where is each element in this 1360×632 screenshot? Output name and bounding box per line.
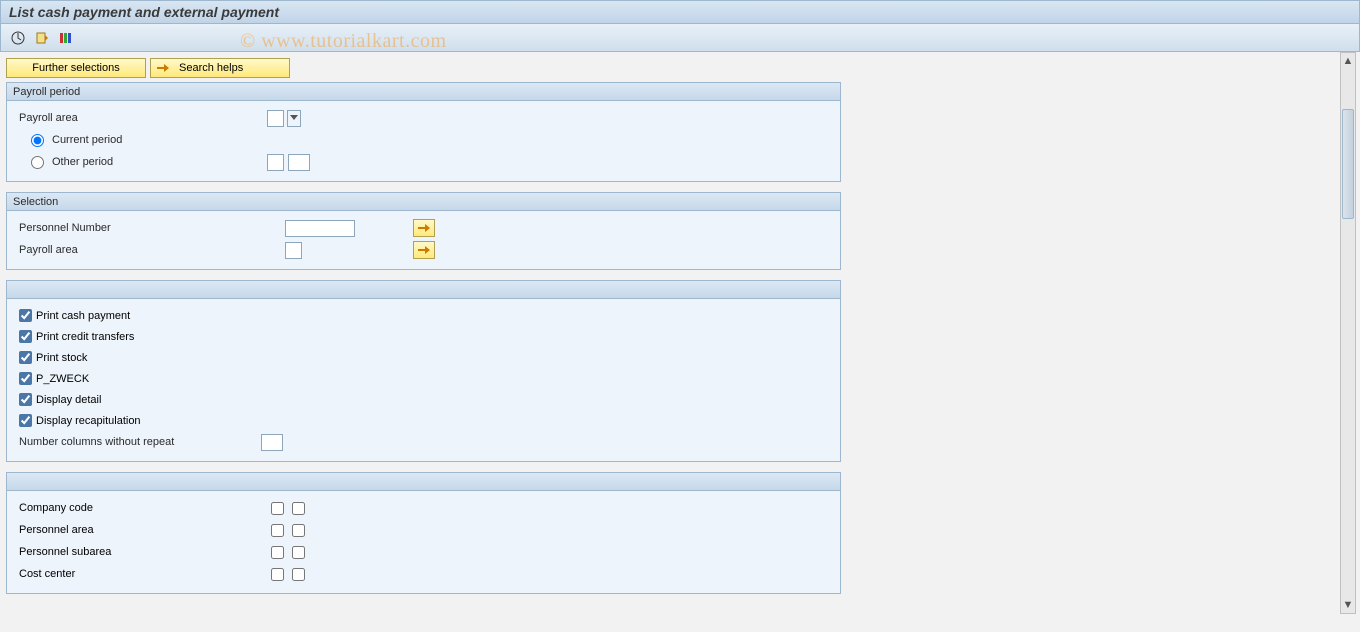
page-title: List cash payment and external payment [9,4,279,20]
selection-payroll-area-multi-button[interactable] [413,241,435,259]
print-stock-label: Print stock [36,352,87,364]
current-period-radio[interactable] [31,134,44,147]
display-detail-label: Display detail [36,394,101,406]
personnel-subarea-label: Personnel subarea [19,546,267,558]
search-helps-label: Search helps [179,62,243,74]
payroll-period-title: Payroll period [7,83,840,101]
personnel-number-input[interactable] [285,220,355,237]
company-code-label: Company code [19,502,267,514]
payroll-area-label: Payroll area [19,112,239,124]
search-helps-arrow-icon [157,63,169,73]
print-stock-checkbox[interactable] [19,351,32,364]
current-period-radio-row[interactable]: Current period [19,134,239,147]
p-zweck-checkbox[interactable] [19,372,32,385]
scroll-down-icon[interactable]: ▼ [1341,597,1355,613]
number-columns-label: Number columns without repeat [19,436,257,448]
sort-title [7,473,840,491]
title-bar: List cash payment and external payment [0,0,1360,24]
further-selections-button[interactable]: Further selections [6,58,146,78]
display-recap-label: Display recapitulation [36,415,141,427]
top-button-row: Further selections Search helps [6,58,1354,78]
execute-icon[interactable] [9,29,27,47]
payroll-period-group: Payroll period Payroll area Current peri… [6,82,841,182]
print-cash-payment-label: Print cash payment [36,310,130,322]
sort-group: Company code Personnel area Personnel su… [6,472,841,594]
selection-group: Selection Personnel Number Payroll area [6,192,841,270]
cost-center-c2[interactable] [292,568,305,581]
scroll-thumb[interactable] [1342,109,1354,219]
scroll-up-icon[interactable]: ▲ [1341,53,1355,69]
personnel-area-c2[interactable] [292,524,305,537]
other-period-radio[interactable] [31,156,44,169]
other-period-radio-row[interactable]: Other period [19,156,239,169]
selection-payroll-area-input[interactable] [285,242,302,259]
cost-center-label: Cost center [19,568,267,580]
company-code-c1[interactable] [271,502,284,515]
personnel-number-multi-button[interactable] [413,219,435,237]
get-variant-icon[interactable] [33,29,51,47]
payroll-area-input[interactable] [267,110,284,127]
personnel-subarea-c2[interactable] [292,546,305,559]
print-credit-transfers-checkbox[interactable] [19,330,32,343]
scroll-track[interactable] [1341,69,1355,597]
options-group: Print cash payment Print credit transfer… [6,280,841,462]
content-area: Further selections Search helps Payroll … [0,52,1360,632]
company-code-c2[interactable] [292,502,305,515]
vertical-scrollbar[interactable]: ▲ ▼ [1340,52,1356,614]
personnel-number-label: Personnel Number [19,222,239,234]
p-zweck-label: P_ZWECK [36,373,89,385]
print-cash-payment-checkbox[interactable] [19,309,32,322]
selection-title: Selection [7,193,840,211]
personnel-area-label: Personnel area [19,524,267,536]
further-selections-label: Further selections [32,62,119,74]
options-title [7,281,840,299]
number-columns-input[interactable] [261,434,283,451]
other-period-label: Other period [52,156,113,168]
search-helps-button[interactable]: Search helps [150,58,290,78]
print-credit-transfers-label: Print credit transfers [36,331,134,343]
display-recap-checkbox[interactable] [19,414,32,427]
other-period-from-input[interactable] [267,154,284,171]
app-toolbar [0,24,1360,52]
other-period-to-input[interactable] [288,154,310,171]
layout-columns-icon[interactable] [57,29,75,47]
selection-payroll-area-label: Payroll area [19,244,239,256]
dropdown-icon[interactable] [287,110,301,127]
current-period-label: Current period [52,134,122,146]
cost-center-c1[interactable] [271,568,284,581]
personnel-subarea-c1[interactable] [271,546,284,559]
display-detail-checkbox[interactable] [19,393,32,406]
personnel-area-c1[interactable] [271,524,284,537]
